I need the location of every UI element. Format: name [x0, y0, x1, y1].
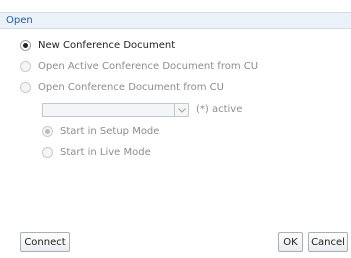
label-new-document: New Conference Document [38, 40, 176, 51]
dialog-title: Open [6, 15, 33, 26]
radio-open-from-cu[interactable] [20, 82, 31, 93]
option-open-active[interactable]: Open Active Conference Document from CU [20, 61, 258, 72]
option-open-from-cu[interactable]: Open Conference Document from CU [20, 82, 224, 93]
option-live-mode[interactable]: Start in Live Mode [42, 147, 151, 158]
radio-setup-mode[interactable] [42, 126, 53, 137]
chevron-down-icon[interactable] [174, 104, 188, 116]
dialog-header: Open [0, 12, 351, 29]
document-select[interactable] [42, 103, 189, 117]
radio-open-active[interactable] [20, 61, 31, 72]
radio-new-document[interactable] [20, 40, 31, 51]
label-open-active: Open Active Conference Document from CU [38, 61, 259, 72]
option-new-document[interactable]: New Conference Document [20, 40, 175, 51]
ok-button[interactable]: OK [278, 232, 303, 252]
connect-button[interactable]: Connect [20, 232, 70, 252]
top-band [0, 0, 351, 12]
option-setup-mode[interactable]: Start in Setup Mode [42, 126, 159, 137]
active-hint: (*) active [196, 104, 243, 115]
cancel-button[interactable]: Cancel [308, 232, 348, 252]
label-open-from-cu: Open Conference Document from CU [38, 82, 224, 93]
label-setup-mode: Start in Setup Mode [60, 126, 160, 137]
radio-live-mode[interactable] [42, 147, 53, 158]
label-live-mode: Start in Live Mode [60, 147, 151, 158]
